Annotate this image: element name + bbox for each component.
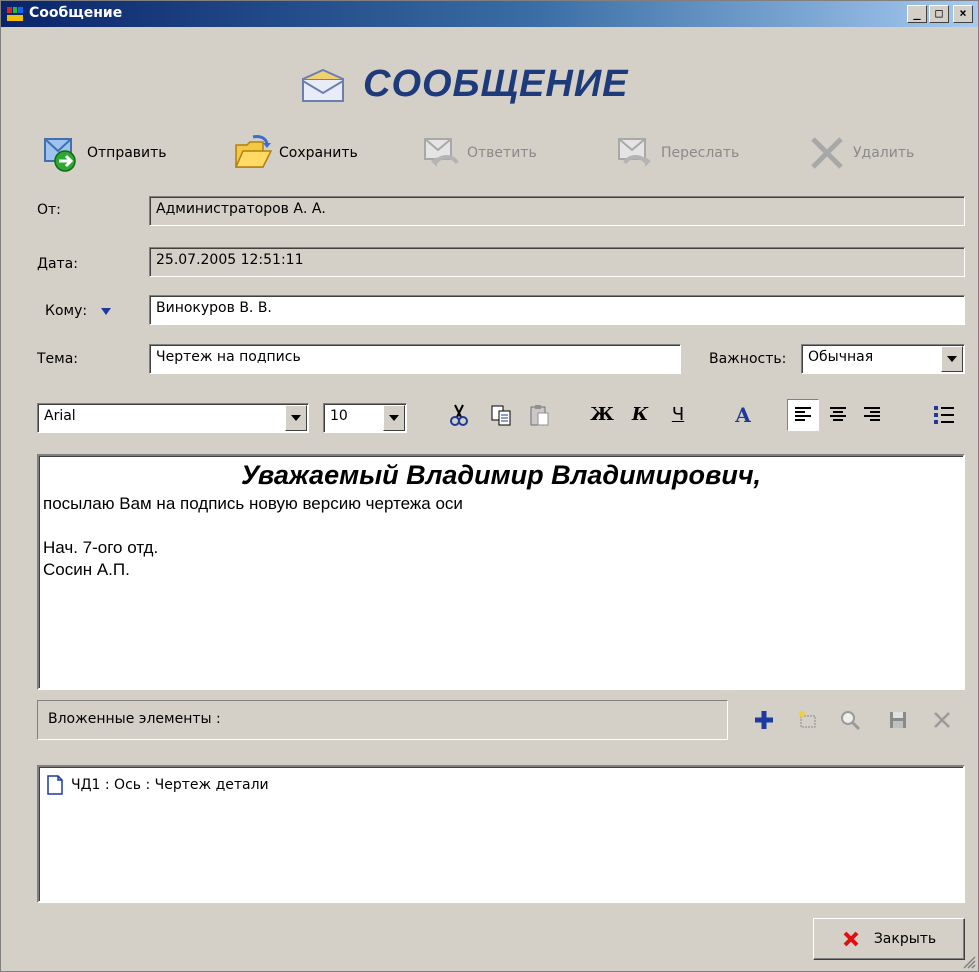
to-input[interactable]: Винокуров В. В. <box>149 295 965 325</box>
body-line <box>43 515 959 537</box>
body-line: Нач. 7-ого отд. <box>43 538 159 557</box>
chevron-down-icon <box>389 415 399 421</box>
align-left-button[interactable] <box>787 399 819 431</box>
header: СООБЩЕНИЕ <box>1 59 978 109</box>
from-value: Администраторов А. А. <box>156 201 326 217</box>
title-bar[interactable]: Сообщение _ □ × <box>1 1 978 27</box>
floppy-icon <box>890 712 906 728</box>
body-line: посылаю Вам на подпись новую версию черт… <box>43 494 463 513</box>
bold-button[interactable]: Ж <box>589 401 615 429</box>
envelope-icon <box>302 69 344 102</box>
from-label: От: <box>37 202 61 218</box>
copy-icon[interactable] <box>489 403 513 427</box>
subject-input[interactable]: Чертеж на подпись <box>149 344 681 374</box>
delete-button[interactable]: Удалить <box>807 133 914 173</box>
italic-button[interactable]: К <box>627 401 653 429</box>
save-button[interactable]: Сохранить <box>233 133 358 173</box>
attachments-bar: Вложенные элементы : <box>37 700 728 740</box>
delete-icon <box>811 137 843 169</box>
header-title: СООБЩЕНИЕ <box>363 63 629 105</box>
to-selector[interactable]: Кому: <box>45 303 112 319</box>
maximize-button[interactable]: □ <box>929 5 949 23</box>
reply-label: Ответить <box>467 145 537 161</box>
window-title: Сообщение <box>29 5 123 21</box>
save-attachment-button[interactable] <box>885 707 911 733</box>
forward-icon <box>618 138 651 167</box>
date-field: 25.07.2005 12:51:11 <box>149 247 965 277</box>
align-right-icon[interactable] <box>857 400 887 430</box>
add-attachment-button[interactable] <box>751 707 777 733</box>
attachments-list: ЧД1 : Ось : Чертеж детали <box>37 765 965 903</box>
font-dropdown-button[interactable] <box>285 405 307 431</box>
chevron-down-icon <box>947 356 957 362</box>
list-item[interactable]: ЧД1 : Ось : Чертеж детали <box>47 775 955 795</box>
plus-icon <box>755 711 773 729</box>
chevron-down-icon <box>291 415 301 421</box>
app-icon <box>7 7 23 21</box>
resize-grip-icon[interactable] <box>960 953 976 969</box>
message-window: Сообщение _ □ × СООБЩЕНИЕ Отправить Сохр… <box>0 0 979 972</box>
font-select[interactable]: Arial <box>37 403 309 433</box>
send-icon <box>44 138 76 172</box>
delete-label: Удалить <box>853 145 915 161</box>
font-value: Arial <box>44 408 76 424</box>
remove-attachment-button[interactable] <box>929 707 955 733</box>
align-center-icon[interactable] <box>823 400 853 430</box>
minimize-button[interactable]: _ <box>907 5 927 23</box>
bullet-list-icon[interactable] <box>929 400 959 430</box>
subject-label: Тема: <box>37 351 79 367</box>
paste-icon[interactable] <box>527 403 551 427</box>
body-line: Сосин А.П. <box>43 560 130 579</box>
chevron-down-icon <box>101 307 112 315</box>
attachment-name: ЧД1 : Ось : Чертеж детали <box>71 777 269 793</box>
importance-label: Важность: <box>709 351 787 367</box>
font-color-button[interactable]: A <box>729 401 757 429</box>
magnifier-icon <box>841 711 861 731</box>
size-select[interactable]: 10 <box>323 403 407 433</box>
close-icon <box>934 712 950 728</box>
date-label: Дата: <box>37 256 78 272</box>
close-label: Закрыть <box>873 931 937 947</box>
view-attachment-button[interactable] <box>837 707 863 733</box>
importance-value: Обычная <box>808 349 874 365</box>
folder-icon <box>234 135 273 168</box>
send-label: Отправить <box>87 145 167 161</box>
from-field: Администраторов А. А. <box>149 196 965 226</box>
close-window-button[interactable]: × <box>953 5 973 23</box>
subject-value: Чертеж на подпись <box>156 349 301 365</box>
attachments-label: Вложенные элементы : <box>48 711 221 727</box>
close-icon <box>843 931 859 947</box>
message-body-editor[interactable]: Уважаемый Владимир Владимирович, посылаю… <box>37 454 965 690</box>
document-icon <box>47 775 63 795</box>
size-dropdown-button[interactable] <box>383 405 405 431</box>
align-left-icon <box>795 407 811 421</box>
forward-label: Переслать <box>661 145 740 161</box>
to-label: Кому: <box>45 303 88 319</box>
forward-button[interactable]: Переслать <box>615 133 739 173</box>
date-value: 25.07.2005 12:51:11 <box>156 252 304 268</box>
size-value: 10 <box>330 408 348 424</box>
cut-icon[interactable] <box>447 403 471 427</box>
save-label: Сохранить <box>279 145 358 161</box>
body-greeting: Уважаемый Владимир Владимирович, <box>240 460 762 490</box>
reply-button[interactable]: Ответить <box>421 133 537 173</box>
importance-select[interactable]: Обычная <box>801 344 965 374</box>
to-value: Винокуров В. В. <box>156 300 272 316</box>
close-button[interactable]: Закрыть <box>813 918 965 960</box>
select-icon <box>799 711 816 728</box>
toolbar: Отправить Сохранить Ответить Переслать У… <box>1 125 978 181</box>
underline-button[interactable]: Ч <box>665 401 691 429</box>
reply-icon <box>424 138 459 167</box>
select-attachment-button[interactable] <box>795 707 821 733</box>
send-button[interactable]: Отправить <box>41 133 167 173</box>
importance-dropdown-button[interactable] <box>941 346 963 372</box>
